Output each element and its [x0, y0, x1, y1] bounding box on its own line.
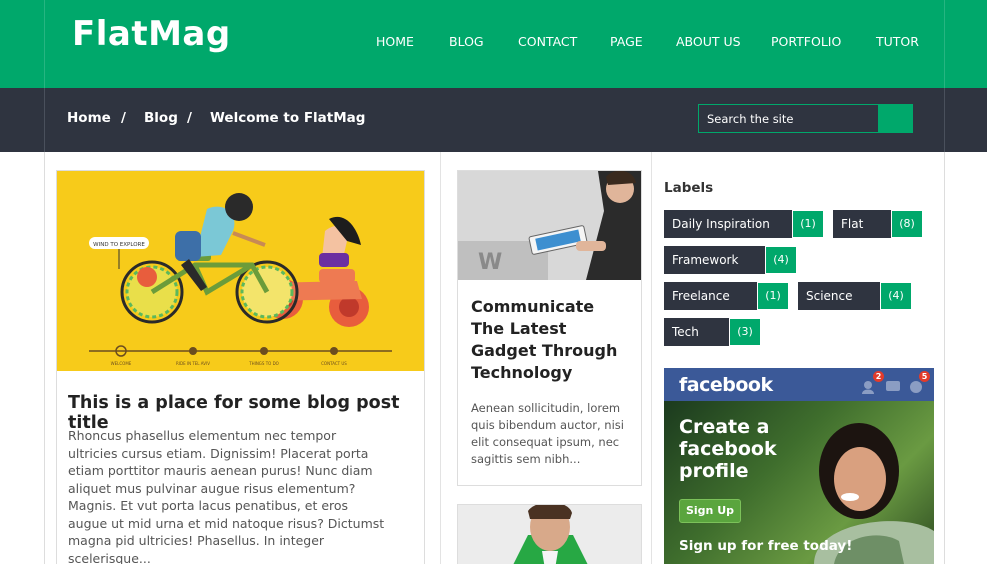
label-daily-inspiration[interactable]: Daily Inspiration (1) — [664, 210, 824, 238]
label-count: (4) — [880, 282, 912, 310]
label-name: Flat — [833, 210, 891, 238]
breadcrumb-home[interactable]: Home — [67, 110, 111, 126]
nav-blog[interactable]: BLOG — [449, 34, 484, 49]
label-count: (1) — [792, 210, 824, 238]
post-card: WIND TO EXPLORE WELCOME RIDE IN TEL AVIV… — [56, 170, 425, 564]
friends-icon — [864, 381, 872, 389]
label-name: Framework — [664, 246, 765, 274]
post-image-green-jacket[interactable] — [458, 505, 641, 564]
illustration-road-label: CONTACT US — [321, 361, 347, 366]
label-science[interactable]: Science (4) — [798, 282, 912, 310]
notifications-badge: 5 — [919, 371, 930, 382]
column-divider — [651, 152, 652, 564]
search-button[interactable] — [878, 105, 912, 132]
svg-text:W: W — [478, 250, 502, 275]
nav-portfolio[interactable]: PORTFOLIO — [771, 34, 841, 49]
facebook-ad[interactable]: facebook 2 5 Create a facebook profile S… — [664, 368, 934, 564]
label-tech[interactable]: Tech (3) — [664, 318, 761, 346]
facebook-logo: facebook — [679, 374, 773, 396]
label-name: Science — [798, 282, 880, 310]
label-count: (3) — [729, 318, 761, 346]
label-name: Tech — [664, 318, 729, 346]
label-framework[interactable]: Framework (4) — [664, 246, 797, 274]
label-count: (1) — [757, 282, 789, 310]
friends-badge: 2 — [873, 371, 884, 382]
search-box — [698, 104, 913, 133]
illustration-road-label: WELCOME — [111, 361, 132, 366]
facebook-headline: Create a facebook profile — [679, 416, 777, 482]
facebook-tagline: Sign up for free today! — [679, 538, 853, 554]
post-image-bicycle-illustration[interactable]: WIND TO EXPLORE WELCOME RIDE IN TEL AVIV… — [57, 171, 424, 371]
illustration-road-label: THINGS TO DO — [248, 361, 279, 366]
tablet-photo: W — [458, 171, 641, 280]
nav-home[interactable]: HOME — [376, 34, 414, 49]
globe-icon — [910, 381, 922, 393]
bicycle-illustration: WIND TO EXPLORE WELCOME RIDE IN TEL AVIV… — [57, 171, 424, 371]
labels-heading: Labels — [664, 180, 714, 196]
breadcrumb-blog[interactable]: Blog — [144, 110, 178, 126]
post-title[interactable]: Communicate The Latest Gadget Through Te… — [471, 296, 631, 384]
label-name: Freelance — [664, 282, 757, 310]
label-flat[interactable]: Flat (8) — [833, 210, 923, 238]
nav-tutor[interactable]: TUTOR — [876, 34, 919, 49]
post-image-tablet-man[interactable]: W — [458, 171, 641, 280]
post-excerpt: Rhoncus phasellus elementum nec tempor u… — [68, 428, 385, 564]
breadcrumb-separator: / — [187, 110, 192, 126]
label-count: (8) — [891, 210, 923, 238]
illustration-sign-label: WIND TO EXPLORE — [93, 242, 145, 248]
messages-icon — [886, 381, 900, 391]
label-count: (4) — [765, 246, 797, 274]
label-name: Daily Inspiration — [664, 210, 792, 238]
post-excerpt: Aenean sollicitudin, lorem quis bibendum… — [471, 401, 624, 466]
main-nav: HOME BLOG CONTACT PAGE ABOUT US PORTFOLI… — [0, 34, 987, 54]
nav-contact[interactable]: CONTACT — [518, 34, 577, 49]
nav-about-us[interactable]: ABOUT US — [676, 34, 741, 49]
post-card: W Communicate The Latest Gadget Through … — [457, 170, 642, 486]
label-freelance[interactable]: Freelance (1) — [664, 282, 789, 310]
column-divider — [440, 152, 441, 564]
breadcrumb-separator: / — [121, 110, 126, 126]
breadcrumb-current: Welcome to FlatMag — [210, 110, 366, 126]
search-input[interactable] — [699, 105, 879, 132]
post-card — [457, 504, 642, 564]
facebook-signup-button[interactable]: Sign Up — [679, 499, 741, 523]
nav-page[interactable]: PAGE — [610, 34, 643, 49]
illustration-road-label: RIDE IN TEL AVIV — [176, 361, 210, 366]
